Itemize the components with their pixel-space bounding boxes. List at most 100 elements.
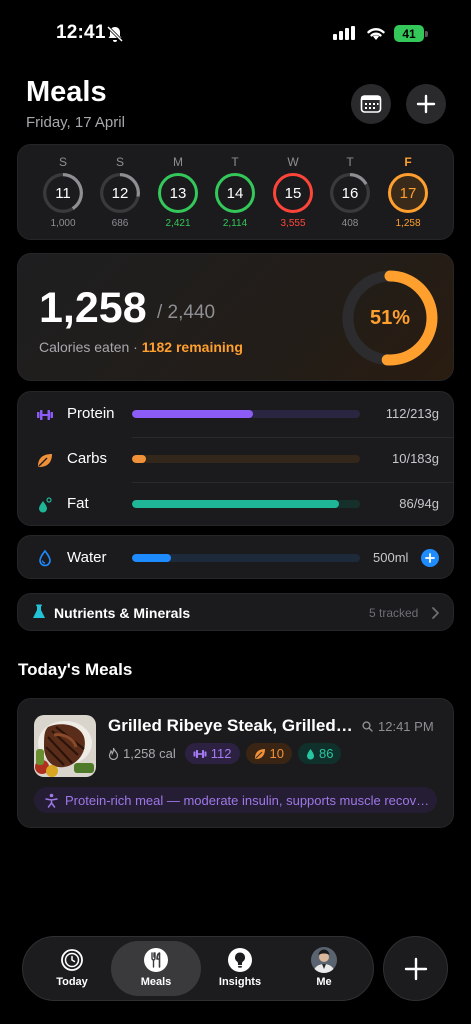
- day-17[interactable]: F 17 1,258: [383, 155, 433, 229]
- divider: [132, 437, 453, 438]
- calories-goal: / 2,440: [157, 302, 216, 323]
- calories-remaining: 1182 remaining: [141, 339, 243, 355]
- tab-insights[interactable]: Insights: [195, 941, 285, 996]
- week-strip: S 11 1,000 S 12 686 M 13 2,421 T 14 2,114 W 15 3,555 T 1…: [17, 144, 454, 240]
- person-icon: [45, 793, 58, 808]
- calendar-button[interactable]: [351, 84, 391, 124]
- add-meal-button[interactable]: [383, 936, 448, 1001]
- meal-time-text: 12:41 PM: [378, 719, 434, 734]
- day-letter: W: [287, 155, 299, 169]
- nutrients-row[interactable]: Nutrients & Minerals 5 tracked: [17, 593, 454, 631]
- day-ring: 13: [158, 173, 198, 213]
- nutrients-label: Nutrients & Minerals: [54, 605, 191, 621]
- tab-today[interactable]: Today: [27, 941, 117, 996]
- section-title: Today's Meals: [18, 660, 133, 679]
- macro-progress-bar: [132, 410, 360, 418]
- tab-bar: Today Meals Insights Me: [22, 936, 374, 1001]
- day-ring: 14: [215, 173, 255, 213]
- status-bar: 12:41 41: [0, 0, 471, 60]
- macro-value: 86/94g: [399, 496, 439, 511]
- meal-card[interactable]: Grilled Ribeye Steak, Grilled Vegetables…: [17, 698, 454, 828]
- water-label: Water: [67, 549, 107, 566]
- utensils-icon: [144, 948, 168, 972]
- tab-insights-label: Insights: [218, 976, 262, 988]
- plus-icon: [416, 94, 436, 114]
- calories-eaten: 1,258: [39, 284, 147, 332]
- droplet-icon: [306, 748, 314, 759]
- water-progress-bar: [132, 554, 360, 562]
- page-title: Meals: [26, 76, 107, 108]
- add-water-button[interactable]: [421, 549, 439, 567]
- day-ring: 15: [273, 173, 313, 213]
- day-letter: T: [231, 155, 239, 169]
- divider: [132, 482, 453, 483]
- calories-subtitle: Calories eaten · 1182 remaining: [39, 339, 243, 355]
- water-value: 500ml: [373, 550, 409, 565]
- leaf-icon: [254, 748, 265, 759]
- wifi-icon: [367, 28, 385, 40]
- calories-card[interactable]: 1,258 / 2,440 Calories eaten · 1182 rema…: [17, 253, 454, 381]
- dumbbell-icon: [193, 749, 207, 758]
- day-letter: M: [173, 155, 183, 169]
- meal-photo: [34, 715, 96, 777]
- macro-progress-bar: [132, 455, 360, 463]
- meal-calories-text: 1,258 cal: [123, 746, 176, 761]
- day-13[interactable]: M 13 2,421: [153, 155, 203, 229]
- macro-progress-bar: [132, 500, 360, 508]
- day-16[interactable]: T 16 408: [325, 155, 375, 229]
- avatar: [311, 947, 337, 973]
- day-letter: S: [115, 155, 124, 169]
- dumbbell-icon: [36, 406, 54, 424]
- day-14[interactable]: T 14 2,114: [210, 155, 260, 229]
- calories-percent: 51%: [369, 306, 411, 329]
- day-letter: F: [404, 155, 412, 169]
- meal-insight-text: Protein-rich meal — moderate insulin, su…: [65, 792, 430, 808]
- add-button[interactable]: [406, 84, 446, 124]
- macro-label: Fat: [67, 495, 89, 512]
- macro-row-fat: Fat 86/94g: [18, 482, 453, 527]
- day-calories: 2,114: [222, 218, 248, 229]
- meal-insight-note: Protein-rich meal — moderate insulin, su…: [34, 787, 437, 813]
- day-calories: 408: [341, 218, 359, 229]
- day-15[interactable]: W 15 3,555: [268, 155, 318, 229]
- water-drop-icon: [39, 549, 51, 567]
- tab-meals[interactable]: Meals: [111, 941, 201, 996]
- day-letter: S: [58, 155, 67, 169]
- tab-me-label: Me: [316, 976, 332, 988]
- tab-me[interactable]: Me: [279, 941, 369, 996]
- clock-icon: [61, 949, 83, 971]
- day-ring: 17: [388, 173, 428, 213]
- day-calories: 3,555: [280, 218, 306, 229]
- macro-value: 10/183g: [392, 451, 439, 466]
- plus-icon: [425, 553, 435, 563]
- macro-row-carbs: Carbs 10/183g: [18, 437, 453, 482]
- calories-label: Calories eaten ·: [39, 339, 142, 355]
- water-card[interactable]: Water 500ml: [17, 535, 454, 579]
- page-date: Friday, 17 April: [26, 114, 125, 131]
- carbs-chip: 10: [245, 743, 292, 764]
- day-ring: 16: [330, 173, 370, 213]
- day-calories: 2,421: [165, 218, 191, 229]
- flame-icon: [108, 747, 119, 760]
- day-letter: T: [346, 155, 354, 169]
- macro-label: Protein: [67, 405, 115, 422]
- fat-chip-value: 86: [318, 746, 334, 761]
- calendar-icon: [360, 95, 382, 113]
- carbs-chip-value: 10: [269, 746, 284, 761]
- tab-meals-label: Meals: [140, 976, 172, 988]
- flask-icon: [33, 604, 45, 618]
- nutrients-count: 5 tracked: [369, 606, 419, 620]
- lightbulb-icon: [228, 948, 252, 972]
- fat-chip: 86: [297, 743, 342, 764]
- day-12[interactable]: S 12 686: [95, 155, 145, 229]
- day-calories: 1,000: [50, 218, 76, 229]
- day-11[interactable]: S 11 1,000: [38, 155, 88, 229]
- macros-card[interactable]: Protein 112/213g Carbs 10/183g Fat 86/94g: [17, 391, 454, 526]
- status-time: 12:41: [56, 22, 106, 43]
- macro-row-protein: Protein 112/213g: [18, 392, 453, 437]
- battery-icon: 41: [394, 25, 428, 42]
- day-calories: 686: [111, 218, 129, 229]
- bell-muted-icon: [106, 25, 124, 43]
- protein-chip-value: 112: [210, 746, 232, 761]
- battery-level: 41: [394, 25, 424, 42]
